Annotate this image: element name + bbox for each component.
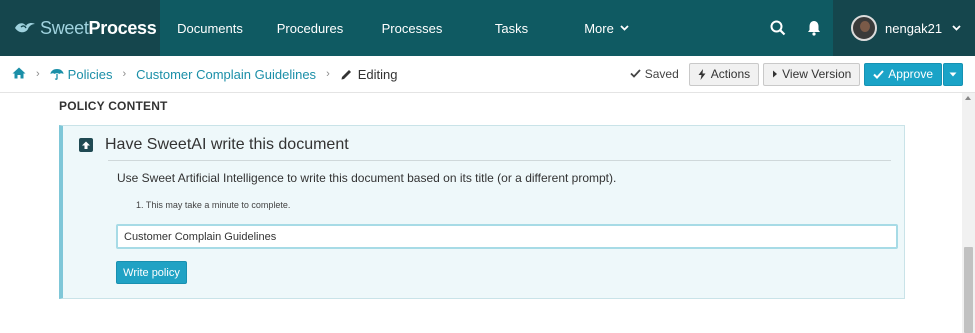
saved-label: Saved <box>644 67 679 81</box>
search-icon[interactable] <box>760 0 796 56</box>
nav-processes[interactable]: Processes <box>360 0 464 56</box>
sweetprocess-logo-icon <box>14 21 36 35</box>
actions-button-label: Actions <box>710 67 751 81</box>
approve-dropdown-button[interactable] <box>943 62 963 86</box>
nav-more[interactable]: More <box>559 0 654 56</box>
view-version-label: View Version <box>782 67 852 81</box>
pencil-icon <box>341 69 351 79</box>
brand-name-part2: Process <box>88 17 157 38</box>
top-navbar: SweetProcess Documents Procedures Proces… <box>0 0 975 56</box>
nav-documents[interactable]: Documents <box>160 0 260 56</box>
user-menu[interactable]: nengak21 <box>833 0 975 56</box>
nav-more-label: More <box>584 20 614 36</box>
write-policy-button[interactable]: Write policy <box>116 261 187 284</box>
nav-tasks[interactable]: Tasks <box>464 0 559 56</box>
breadcrumb-policies-label: Policies <box>67 66 113 82</box>
breadcrumb-current: Editing <box>340 66 398 82</box>
home-icon[interactable] <box>12 67 26 82</box>
caret-right-icon <box>773 70 778 78</box>
avatar <box>851 15 877 41</box>
sweetai-title: Have SweetAI write this document <box>105 136 349 153</box>
sweetai-panel: Have SweetAI write this document Use Swe… <box>59 125 905 299</box>
actions-button[interactable]: Actions <box>688 62 760 86</box>
chevron-right-icon: › <box>326 68 330 80</box>
divider <box>108 160 891 161</box>
user-name: nengak21 <box>885 20 943 36</box>
chevron-down-icon <box>620 23 629 33</box>
approve-button[interactable]: Approve <box>864 62 942 86</box>
breadcrumb-document[interactable]: Customer Complain Guidelines <box>136 67 316 82</box>
chevron-down-icon <box>952 23 961 33</box>
check-icon <box>630 67 641 81</box>
brand-name-part1: Sweet <box>40 17 89 38</box>
caret-down-icon <box>949 72 957 76</box>
breadcrumb: › Policies › Customer Complain Guideline… <box>0 56 975 93</box>
breadcrumb-current-label: Editing <box>357 66 398 82</box>
saved-status: Saved <box>630 67 679 81</box>
breadcrumb-policies[interactable]: Policies <box>50 66 113 82</box>
check-icon <box>873 69 885 79</box>
bolt-icon <box>698 68 706 80</box>
nav-procedures[interactable]: Procedures <box>260 0 360 56</box>
chevron-right-icon: › <box>122 68 127 80</box>
section-title: POLICY CONTENT <box>59 99 168 113</box>
brand-logo[interactable]: SweetProcess <box>0 0 160 56</box>
sweetai-note: 1. This may take a minute to complete. <box>136 200 291 210</box>
view-version-button[interactable]: View Version <box>763 62 861 86</box>
chevron-right-icon: › <box>36 68 40 80</box>
policy-umbrella-icon <box>50 69 64 80</box>
approve-label: Approve <box>888 67 933 81</box>
arrow-up-icon[interactable] <box>79 138 93 152</box>
bell-icon[interactable] <box>796 0 832 56</box>
document-actions: Saved Actions View Version Approve <box>630 62 963 86</box>
scrollbar-thumb[interactable] <box>964 247 973 333</box>
prompt-input[interactable] <box>116 224 898 249</box>
sweetai-description: Use Sweet Artificial Intelligence to wri… <box>117 171 617 185</box>
scroll-up-icon[interactable] <box>965 96 971 100</box>
